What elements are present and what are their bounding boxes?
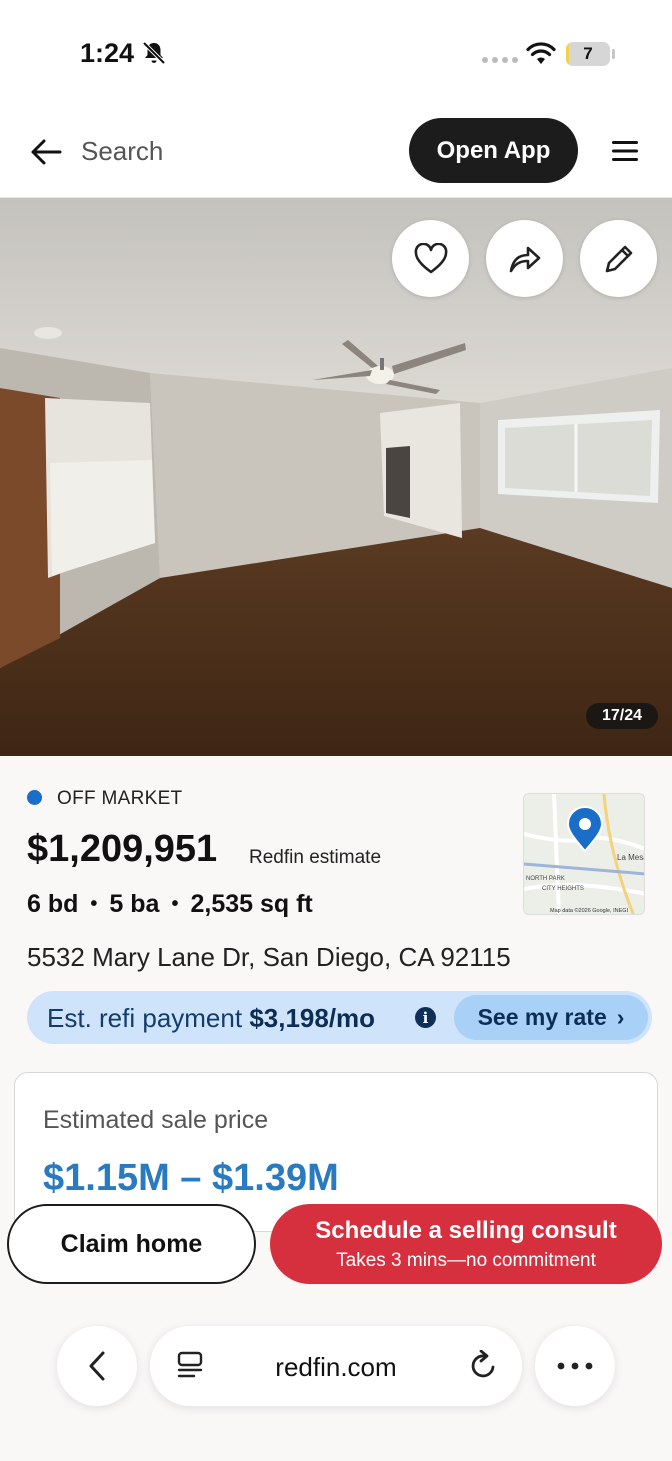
favorite-button[interactable] — [392, 220, 469, 297]
back-arrow-icon[interactable] — [30, 138, 62, 166]
estimate-label: Estimated sale price — [43, 1106, 269, 1134]
home-facts: 6 bd • 5 ba • 2,535 sq ft — [27, 890, 313, 919]
map-graphic: La Mesa CITY HEIGHTS NORTH PARK Map data… — [524, 794, 645, 914]
map-label: CITY HEIGHTS — [542, 886, 584, 892]
status-time: 1:24 — [80, 38, 135, 68]
heart-icon — [414, 242, 447, 273]
status-dot — [27, 790, 42, 805]
listing-address: 5532 Mary Lane Dr, San Diego, CA 92115 — [27, 942, 511, 972]
search-link[interactable]: Search — [81, 136, 163, 167]
listing-price: $1,209,951 — [27, 828, 218, 870]
refi-label-text: Est. refi payment — [47, 1003, 243, 1033]
consult-title: Schedule a selling consult — [315, 1216, 617, 1244]
share-arrow-icon — [509, 246, 540, 272]
estimate-range: $1.15M – $1.39M — [43, 1157, 339, 1199]
refi-label: Est. refi payment $3,198/mo — [47, 1003, 375, 1034]
browser-more-button[interactable] — [535, 1326, 615, 1406]
photo-counter: 17/24 — [586, 703, 658, 729]
open-app-button[interactable]: Open App — [409, 118, 578, 183]
map-thumbnail[interactable]: La Mesa CITY HEIGHTS NORTH PARK Map data… — [523, 793, 645, 915]
price-note: Redfin estimate — [249, 847, 382, 868]
baths: 5 ba — [109, 890, 160, 918]
see-my-rate-label: See my rate — [477, 1004, 607, 1030]
consult-subtitle: Takes 3 mins—no commitment — [336, 1249, 596, 1271]
map-label: La Mesa — [617, 853, 645, 862]
menu-icon[interactable] — [612, 140, 638, 162]
wifi-icon — [526, 42, 556, 64]
claim-home-button[interactable]: Claim home — [7, 1204, 256, 1284]
address-bar[interactable]: redfin.com — [150, 1326, 522, 1406]
beds: 6 bd — [27, 890, 79, 918]
refi-amount: $3,198/mo — [249, 1003, 376, 1033]
battery-percent: 7 — [583, 44, 593, 63]
separator: • — [90, 893, 98, 915]
sqft: 2,535 sq ft — [190, 890, 313, 918]
browser-toolbar: redfin.com — [0, 1296, 672, 1461]
top-nav: Search Open App — [0, 104, 672, 198]
status-bar: 1:24 7 — [0, 0, 672, 104]
battery-icon: 7 — [566, 42, 610, 66]
chevron-left-icon — [89, 1351, 105, 1381]
more-dots-icon — [557, 1362, 593, 1370]
listing-status: OFF MARKET — [57, 788, 183, 809]
share-button[interactable] — [486, 220, 563, 297]
separator: • — [171, 893, 179, 915]
reload-icon[interactable] — [470, 1350, 498, 1380]
see-my-rate-button[interactable]: See my rate › — [454, 995, 648, 1040]
browser-back-button[interactable] — [57, 1326, 137, 1406]
chevron-right-icon: › — [616, 1004, 625, 1030]
edit-button[interactable] — [580, 220, 657, 297]
schedule-consult-button[interactable]: Schedule a selling consult Takes 3 mins—… — [270, 1204, 662, 1284]
room-photo — [0, 198, 672, 756]
signal-icon — [482, 57, 518, 63]
info-icon[interactable]: i — [415, 1007, 436, 1028]
map-label: NORTH PARK — [526, 876, 565, 882]
refi-payment-banner[interactable]: Est. refi payment $3,198/mo i See my rat… — [27, 991, 652, 1044]
pencil-icon — [605, 245, 632, 272]
bell-muted-icon — [142, 41, 166, 65]
url-text: redfin.com — [275, 1352, 397, 1382]
map-attribution: Map data ©2026 Google, INEGI — [550, 907, 629, 914]
listing-photo[interactable]: 17/24 — [0, 198, 672, 756]
